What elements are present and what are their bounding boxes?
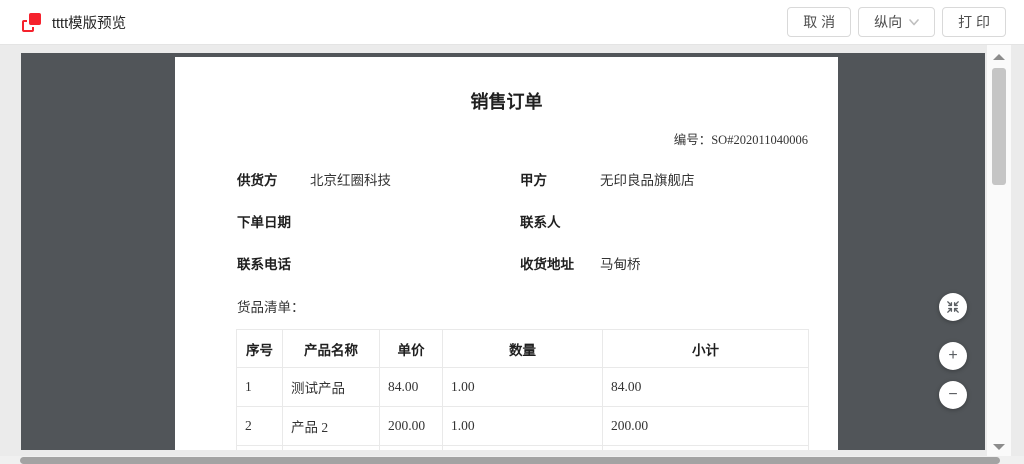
table-header-row: 序号 产品名称 单价 数量 小计 bbox=[237, 330, 809, 368]
table-row: 1 测试产品 84.00 1.00 84.00 bbox=[237, 368, 809, 407]
table-header-cell: 小计 bbox=[603, 330, 809, 368]
logo-filled-square bbox=[29, 13, 41, 25]
horizontal-scrollbar-thumb[interactable] bbox=[20, 457, 1000, 464]
print-button[interactable]: 打 印 bbox=[942, 7, 1006, 37]
goods-list-label: 货品清单： bbox=[237, 296, 838, 316]
scroll-up-arrow-icon[interactable] bbox=[993, 54, 1005, 60]
table-header-cell: 产品名称 bbox=[283, 330, 380, 368]
table-header-cell: 单价 bbox=[380, 330, 443, 368]
table-row: 2 产品 2 200.00 1.00 200.00 bbox=[237, 407, 809, 446]
table-header-cell: 序号 bbox=[237, 330, 283, 368]
orientation-label: 纵向 bbox=[874, 12, 902, 32]
vertical-scrollbar-thumb[interactable] bbox=[992, 68, 1006, 185]
table-cell: 200.00 bbox=[603, 407, 809, 446]
zoom-in-button[interactable]: + bbox=[939, 342, 967, 370]
vertical-scrollbar[interactable] bbox=[987, 45, 1011, 464]
table-cell: 200.00 bbox=[380, 407, 443, 446]
goods-table: 序号 产品名称 单价 数量 小计 1 测试产品 84.00 1.00 84.00 bbox=[236, 329, 809, 450]
topbar-actions: 取 消 纵向 打 印 bbox=[787, 7, 1006, 37]
table-cell: 88,888,888,888,800.00 bbox=[603, 446, 809, 451]
table-cell: 3 bbox=[237, 446, 283, 451]
table-cell: 测试产品 bbox=[283, 368, 380, 407]
table-cell: 产品 2 bbox=[283, 407, 380, 446]
fit-to-screen-icon bbox=[945, 299, 961, 315]
page-title: tttt模版预览 bbox=[52, 12, 126, 33]
minus-icon: − bbox=[948, 387, 957, 403]
field-value-party-a: 无印良品旗舰店 bbox=[600, 169, 838, 189]
brand: tttt模版预览 bbox=[22, 12, 126, 33]
table-cell: 1.00 bbox=[443, 368, 603, 407]
field-label-phone: 联系电话 bbox=[237, 253, 310, 273]
table-cell: 嘴炮 1 号 bbox=[283, 446, 380, 451]
plus-icon: + bbox=[948, 348, 957, 364]
field-label-order-date: 下单日期 bbox=[237, 211, 310, 231]
table-cell: 800.00 bbox=[380, 446, 443, 451]
table-row: 3 嘴炮 1 号 800.00 111111111111.00 88,888,8… bbox=[237, 446, 809, 451]
field-value-ship-address: 马甸桥 bbox=[600, 253, 838, 273]
table-header-cell: 数量 bbox=[443, 330, 603, 368]
table-cell: 84.00 bbox=[603, 368, 809, 407]
order-number: 编号：SO#202011040006 bbox=[175, 129, 838, 148]
document-title: 销售订单 bbox=[175, 57, 838, 114]
preview-panel: 销售订单 编号：SO#202011040006 供货方 北京红圈科技 甲方 无印… bbox=[21, 53, 985, 450]
chevron-down-icon bbox=[909, 19, 919, 26]
preview-canvas: 销售订单 编号：SO#202011040006 供货方 北京红圈科技 甲方 无印… bbox=[0, 45, 1024, 464]
table-cell: 1 bbox=[237, 368, 283, 407]
field-value-supplier: 北京红圈科技 bbox=[310, 169, 520, 189]
scroll-down-arrow-icon[interactable] bbox=[993, 444, 1005, 450]
fit-to-screen-button[interactable] bbox=[939, 293, 967, 321]
field-label-supplier: 供货方 bbox=[237, 169, 310, 189]
document-page: 销售订单 编号：SO#202011040006 供货方 北京红圈科技 甲方 无印… bbox=[175, 57, 838, 450]
app-logo-icon bbox=[22, 13, 41, 32]
zoom-out-button[interactable]: − bbox=[939, 381, 967, 409]
table-cell: 84.00 bbox=[380, 368, 443, 407]
orientation-dropdown[interactable]: 纵向 bbox=[858, 7, 935, 37]
topbar: tttt模版预览 取 消 纵向 打 印 bbox=[0, 0, 1024, 45]
table-cell: 111111111111.00 bbox=[443, 446, 603, 451]
horizontal-scrollbar[interactable] bbox=[0, 456, 1024, 464]
table-cell: 2 bbox=[237, 407, 283, 446]
field-label-ship-address: 收货地址 bbox=[520, 253, 600, 273]
field-label-contact: 联系人 bbox=[520, 211, 600, 231]
cancel-button[interactable]: 取 消 bbox=[787, 7, 851, 37]
field-label-party-a: 甲方 bbox=[520, 169, 600, 189]
table-cell: 1.00 bbox=[443, 407, 603, 446]
order-fields: 供货方 北京红圈科技 甲方 无印良品旗舰店 下单日期 联系人 联系电话 收货地址… bbox=[237, 169, 838, 273]
